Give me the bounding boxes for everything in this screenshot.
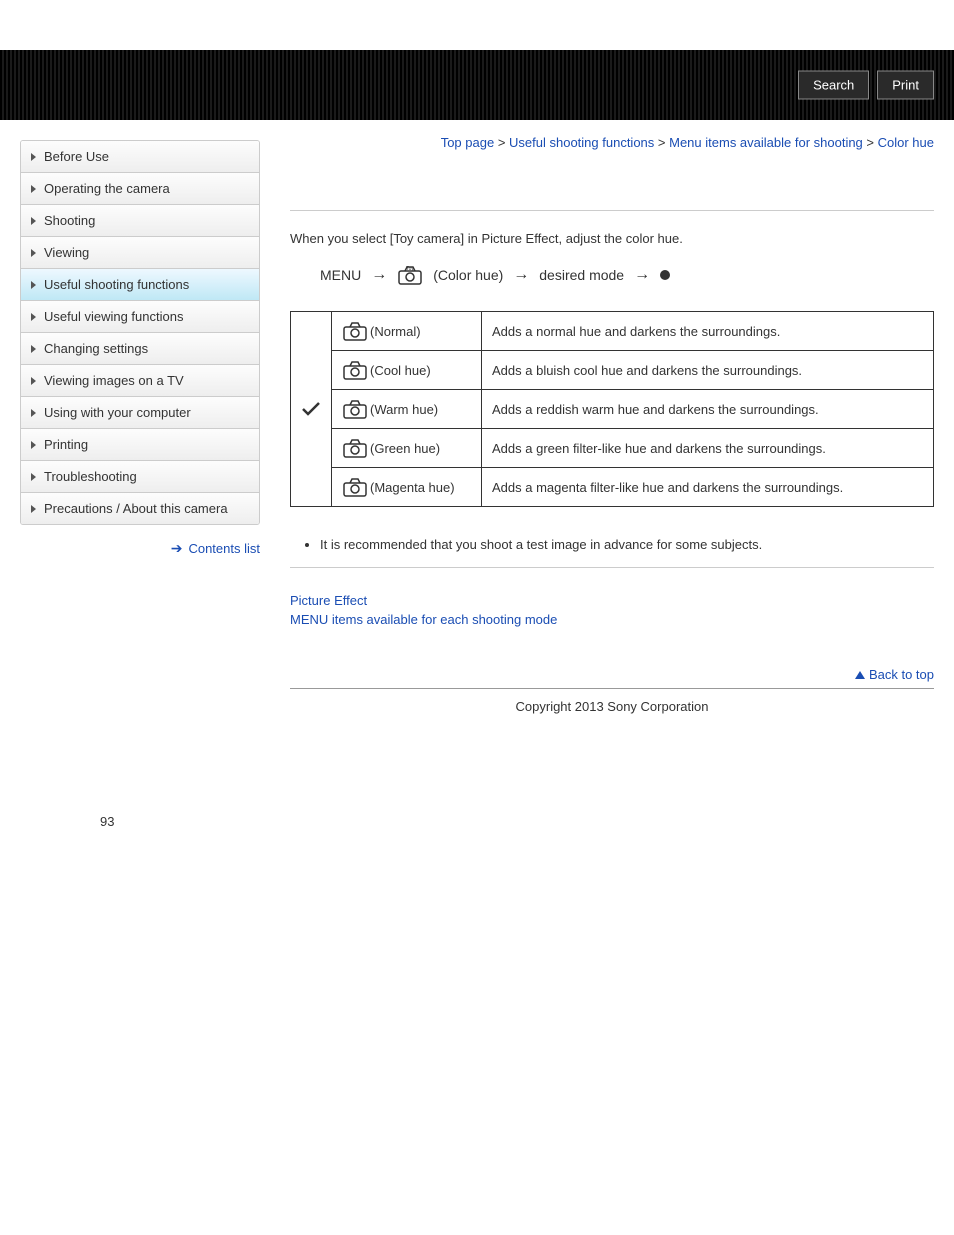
- toy-camera-icon: [342, 398, 368, 420]
- option-desc: Adds a reddish warm hue and darkens the …: [482, 390, 934, 429]
- triangle-up-icon: [855, 671, 865, 679]
- table-row: (Magenta hue)Adds a magenta filter-like …: [291, 468, 934, 507]
- divider: [290, 210, 934, 211]
- search-button[interactable]: Search: [798, 71, 869, 100]
- table-row: (Cool hue)Adds a bluish cool hue and dar…: [291, 351, 934, 390]
- arrow-right-icon: ➔: [171, 540, 183, 557]
- caret-icon: [31, 217, 36, 225]
- caret-icon: [31, 409, 36, 417]
- nav-printing[interactable]: Printing: [21, 429, 259, 461]
- caret-icon: [31, 473, 36, 481]
- arrow-icon: →: [513, 266, 529, 284]
- nav-troubleshooting[interactable]: Troubleshooting: [21, 461, 259, 493]
- intro-text: When you select [Toy camera] in Picture …: [290, 231, 934, 246]
- crumb-top[interactable]: Top page: [441, 135, 495, 150]
- nav-precautions[interactable]: Precautions / About this camera: [21, 493, 259, 524]
- related-topics: Picture Effect MENU items available for …: [290, 593, 934, 627]
- nav-before-use[interactable]: Before Use: [21, 141, 259, 173]
- option-desc: Adds a green filter-like hue and darkens…: [482, 429, 934, 468]
- toy-camera-icon: [342, 437, 368, 459]
- caret-icon: [31, 505, 36, 513]
- nav-changing-settings[interactable]: Changing settings: [21, 333, 259, 365]
- menu-path: MENU → Toy (Color hue) → desired mode →: [320, 264, 934, 286]
- header-band: Search Print: [0, 50, 954, 120]
- divider: [290, 567, 934, 568]
- link-menu-items[interactable]: MENU items available for each shooting m…: [290, 612, 934, 627]
- back-to-top-link[interactable]: Back to top: [855, 667, 934, 682]
- option-desc: Adds a bluish cool hue and darkens the s…: [482, 351, 934, 390]
- caret-icon: [31, 153, 36, 161]
- breadcrumb: Top page > Useful shooting functions > M…: [290, 135, 934, 150]
- print-button[interactable]: Print: [877, 71, 934, 100]
- crumb-s2[interactable]: Menu items available for shooting: [669, 135, 863, 150]
- option-desc: Adds a normal hue and darkens the surrou…: [482, 312, 934, 351]
- arrow-icon: →: [634, 266, 650, 284]
- page-number: 93: [0, 774, 954, 849]
- option-desc: Adds a magenta filter-like hue and darke…: [482, 468, 934, 507]
- nav-useful-viewing[interactable]: Useful viewing functions: [21, 301, 259, 333]
- option-label: (Normal): [332, 312, 482, 351]
- contents-list-link[interactable]: ➔ Contents list: [20, 540, 260, 557]
- toy-camera-icon: [342, 359, 368, 381]
- crumb-current: Color hue: [878, 135, 934, 150]
- table-row: (Warm hue)Adds a reddish warm hue and da…: [291, 390, 934, 429]
- nav-operating-camera[interactable]: Operating the camera: [21, 173, 259, 205]
- options-table: (Normal)Adds a normal hue and darkens th…: [290, 311, 934, 507]
- table-row: (Normal)Adds a normal hue and darkens th…: [291, 312, 934, 351]
- link-picture-effect[interactable]: Picture Effect: [290, 593, 934, 608]
- toy-camera-icon: [342, 476, 368, 498]
- caret-icon: [31, 441, 36, 449]
- nav-viewing[interactable]: Viewing: [21, 237, 259, 269]
- table-row: (Green hue)Adds a green filter-like hue …: [291, 429, 934, 468]
- check-icon: [291, 312, 332, 507]
- crumb-s1[interactable]: Useful shooting functions: [509, 135, 654, 150]
- caret-icon: [31, 185, 36, 193]
- note-item: It is recommended that you shoot a test …: [320, 537, 934, 552]
- notes-section: It is recommended that you shoot a test …: [290, 537, 934, 552]
- nav-viewing-tv[interactable]: Viewing images on a TV: [21, 365, 259, 397]
- option-label: (Warm hue): [332, 390, 482, 429]
- toy-camera-icon: Toy: [397, 264, 423, 286]
- option-label: (Cool hue): [332, 351, 482, 390]
- caret-icon: [31, 313, 36, 321]
- option-label: (Magenta hue): [332, 468, 482, 507]
- sidebar-nav: Before Use Operating the camera Shooting…: [20, 140, 260, 525]
- nav-shooting[interactable]: Shooting: [21, 205, 259, 237]
- caret-icon: [31, 377, 36, 385]
- nav-useful-shooting[interactable]: Useful shooting functions: [21, 269, 259, 301]
- arrow-icon: →: [371, 266, 387, 284]
- svg-text:Toy: Toy: [406, 266, 414, 272]
- dot-icon: [660, 270, 670, 280]
- nav-computer[interactable]: Using with your computer: [21, 397, 259, 429]
- caret-icon: [31, 249, 36, 257]
- copyright: Copyright 2013 Sony Corporation: [290, 689, 934, 754]
- toy-camera-icon: [342, 320, 368, 342]
- option-label: (Green hue): [332, 429, 482, 468]
- caret-icon: [31, 345, 36, 353]
- caret-icon: [31, 281, 36, 289]
